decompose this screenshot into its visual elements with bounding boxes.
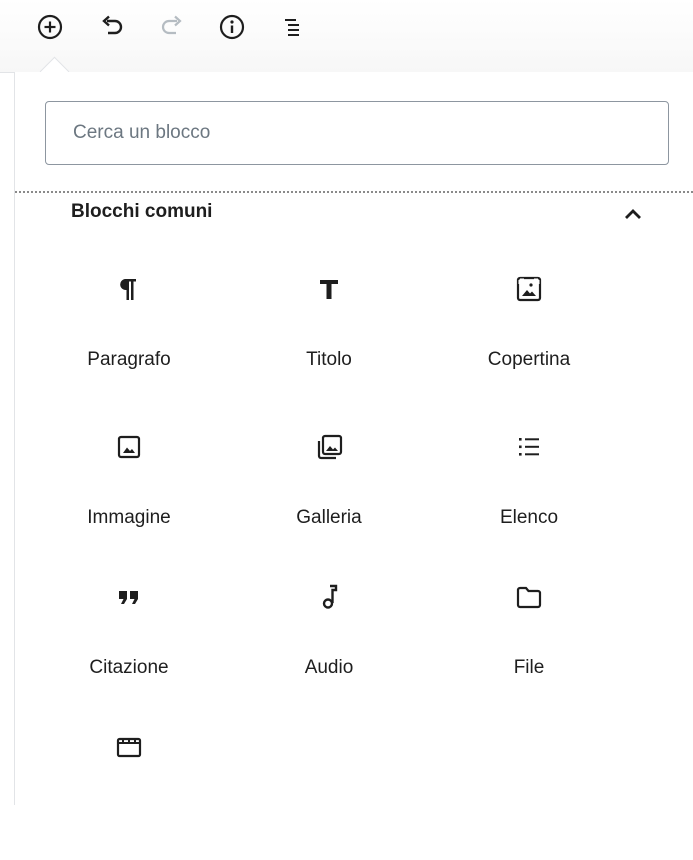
cover-icon bbox=[512, 272, 546, 306]
block-item-image[interactable]: Immagine bbox=[29, 420, 229, 560]
panel-header-common-blocks[interactable]: Blocchi comuni bbox=[15, 192, 693, 236]
add-block-icon bbox=[37, 14, 63, 40]
undo-button[interactable] bbox=[95, 10, 129, 44]
block-item-file[interactable]: File bbox=[429, 570, 629, 710]
redo-button[interactable] bbox=[155, 10, 189, 44]
search-container bbox=[45, 101, 669, 165]
add-block-button[interactable] bbox=[33, 10, 67, 44]
heading-icon bbox=[312, 272, 346, 306]
block-label: File bbox=[513, 657, 545, 678]
block-label: Paragrafo bbox=[87, 349, 171, 370]
chevron-up-icon bbox=[625, 209, 641, 219]
search-input[interactable] bbox=[45, 101, 669, 165]
block-label: Audio bbox=[304, 657, 354, 678]
block-item-gallery[interactable]: Galleria bbox=[229, 420, 429, 560]
block-inserter-popover: Blocchi comuni Paragrafo Titolo bbox=[14, 72, 693, 805]
editor-toolbar bbox=[0, 0, 693, 73]
audio-icon bbox=[312, 580, 346, 614]
quote-icon bbox=[112, 580, 146, 614]
panel-toggle-button[interactable] bbox=[619, 200, 647, 228]
gallery-icon bbox=[312, 430, 346, 464]
block-item-heading[interactable]: Titolo bbox=[229, 262, 429, 402]
block-item-list[interactable]: Elenco bbox=[429, 420, 629, 560]
block-item-audio[interactable]: Audio bbox=[229, 570, 429, 710]
block-label: Immagine bbox=[87, 507, 171, 528]
panel-title: Blocchi comuni bbox=[71, 201, 213, 222]
block-label: Titolo bbox=[306, 349, 352, 370]
block-label: Citazione bbox=[89, 657, 169, 678]
block-label: Galleria bbox=[296, 507, 362, 528]
info-icon bbox=[219, 14, 245, 40]
undo-icon bbox=[102, 15, 123, 35]
paragraph-icon bbox=[112, 272, 146, 306]
image-icon bbox=[112, 430, 146, 464]
file-icon bbox=[512, 580, 546, 614]
list-icon bbox=[512, 430, 546, 464]
block-navigation-button[interactable] bbox=[276, 10, 310, 44]
block-label: Copertina bbox=[487, 349, 571, 370]
block-label: Elenco bbox=[499, 507, 559, 528]
block-item-paragraph[interactable]: Paragrafo bbox=[29, 262, 229, 402]
video-icon bbox=[112, 730, 146, 764]
block-item-cover[interactable]: Copertina bbox=[429, 262, 629, 402]
block-navigation-icon bbox=[285, 19, 299, 36]
block-item-quote[interactable]: Citazione bbox=[29, 570, 229, 710]
redo-icon bbox=[161, 15, 182, 35]
info-button[interactable] bbox=[215, 10, 249, 44]
block-item-video[interactable] bbox=[29, 720, 229, 860]
